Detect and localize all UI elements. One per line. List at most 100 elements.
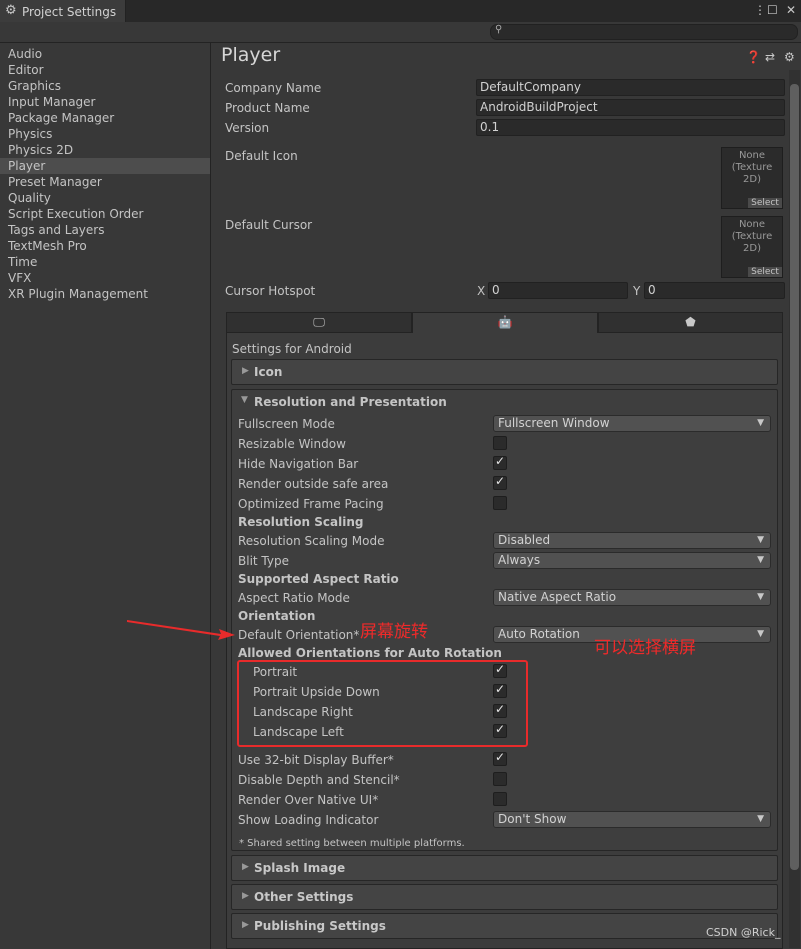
resolution-presentation-header[interactable]: Resolution and Presentation [254, 394, 447, 410]
preset-icon[interactable]: ⇄ [765, 50, 775, 64]
resolution-scaling-mode-dropdown[interactable]: Disabled ▼ [493, 532, 771, 549]
select-button[interactable]: Select [748, 198, 782, 208]
hide-navigation-bar-checkbox[interactable]: ✓ [493, 454, 507, 470]
publishing-settings-foldout[interactable]: ▶ Publishing Settings [231, 913, 778, 939]
version-label: Version [225, 121, 270, 135]
resolution-scaling-mode-label: Resolution Scaling Mode [238, 534, 385, 548]
version-field[interactable]: 0.1 [476, 119, 785, 136]
sidebar-item-textmesh-pro[interactable]: TextMesh Pro [8, 238, 87, 254]
tab-standalone[interactable]: 🖵 [226, 312, 412, 333]
fullscreen-mode-dropdown[interactable]: Fullscreen Window ▼ [493, 415, 771, 432]
icon-foldout[interactable]: ▶ Icon [231, 359, 778, 385]
default-orientation-value: Auto Rotation [498, 627, 580, 641]
chevron-down-icon[interactable]: ▼ [241, 395, 248, 405]
resolution-scaling-mode-value: Disabled [498, 533, 551, 547]
use-32bit-display-buffer-checkbox[interactable]: ✓ [493, 750, 507, 766]
hotspot-x-label: X [477, 284, 486, 298]
settings-for-android-label: Settings for Android [232, 342, 352, 356]
other-settings-foldout[interactable]: ▶ Other Settings [231, 884, 778, 910]
company-name-label: Company Name [225, 81, 322, 95]
tab-webgl[interactable]: ⬟ [598, 312, 783, 333]
more-options-icon[interactable]: ⋮ [754, 3, 766, 17]
default-icon-label: Default Icon [225, 149, 298, 163]
resizable-window-checkbox[interactable] [493, 436, 507, 450]
sidebar-item-physics[interactable]: Physics [8, 126, 52, 142]
close-icon[interactable]: ✕ [786, 3, 796, 17]
shared-setting-note: * Shared setting between multiple platfo… [239, 838, 465, 849]
sidebar-item-input-manager[interactable]: Input Manager [8, 94, 96, 110]
sidebar-item-editor[interactable]: Editor [8, 62, 44, 78]
search-icon: ⚲ [495, 24, 503, 35]
cursor-hotspot-label: Cursor Hotspot [225, 284, 316, 298]
blit-type-dropdown[interactable]: Always ▼ [493, 552, 771, 569]
orientation-header: Orientation [238, 609, 316, 623]
default-icon-slot[interactable]: None (Texture 2D) Select [721, 147, 783, 209]
aspect-ratio-mode-dropdown[interactable]: Native Aspect Ratio ▼ [493, 589, 771, 606]
help-icon[interactable]: ❓ [746, 50, 761, 64]
checkmark-icon: ✓ [495, 474, 506, 488]
project-settings-tab[interactable]: ⚙ Project Settings [0, 0, 126, 22]
sidebar-item-quality[interactable]: Quality [8, 190, 51, 206]
render-over-native-ui-checkbox[interactable] [493, 792, 507, 806]
maximize-icon[interactable]: ☐ [767, 3, 778, 17]
scrollbar-thumb[interactable] [790, 84, 799, 870]
default-cursor-slot[interactable]: None (Texture 2D) Select [721, 216, 783, 278]
page-title: Player [221, 44, 281, 66]
dropdown-arrow-icon: ▼ [757, 535, 764, 545]
publishing-settings-label: Publishing Settings [254, 919, 386, 933]
annotation-landscape-label: 可以选择横屏 [594, 638, 696, 658]
show-loading-indicator-dropdown[interactable]: Don't Show ▼ [493, 811, 771, 828]
html5-icon: ⬟ [685, 315, 696, 329]
company-name-field[interactable]: DefaultCompany [476, 79, 785, 96]
texture-none-text: None [738, 150, 766, 161]
gear-icon: ⚙ [5, 3, 17, 18]
other-settings-label: Other Settings [254, 890, 354, 904]
sidebar-item-vfx[interactable]: VFX [8, 270, 31, 286]
render-outside-safe-area-checkbox[interactable]: ✓ [493, 474, 507, 490]
default-cursor-label: Default Cursor [225, 218, 313, 232]
blit-type-value: Always [498, 553, 541, 567]
select-button[interactable]: Select [748, 267, 782, 277]
tab-android[interactable]: 🤖 [412, 312, 598, 333]
sidebar-item-tags-and-layers[interactable]: Tags and Layers [8, 222, 104, 238]
hotspot-y-field[interactable]: 0 [644, 282, 785, 299]
aspect-ratio-mode-label: Aspect Ratio Mode [238, 591, 350, 605]
settings-sidebar: Audio Editor Graphics Input Manager Pack… [0, 43, 211, 949]
annotation-arrow-icon [127, 620, 235, 640]
sidebar-item-graphics[interactable]: Graphics [8, 78, 61, 94]
sidebar-item-preset-manager[interactable]: Preset Manager [8, 174, 102, 190]
watermark: CSDN @Rick_ [706, 926, 781, 939]
splash-image-foldout[interactable]: ▶ Splash Image [231, 855, 778, 881]
texture-type-text: (Texture 2D) [731, 231, 773, 254]
hotspot-x-field[interactable]: 0 [488, 282, 628, 299]
disable-depth-stencil-checkbox[interactable] [493, 772, 507, 786]
sidebar-item-time[interactable]: Time [8, 254, 37, 270]
dropdown-arrow-icon: ▼ [757, 629, 764, 639]
product-name-label: Product Name [225, 101, 310, 115]
show-loading-indicator-value: Don't Show [498, 812, 567, 826]
hotspot-y-label: Y [633, 284, 641, 298]
fullscreen-mode-label: Fullscreen Mode [238, 417, 335, 431]
chevron-right-icon: ▶ [242, 920, 249, 930]
search-input[interactable]: ⚲ [490, 24, 798, 40]
android-icon: 🤖 [497, 315, 513, 329]
aspect-ratio-mode-value: Native Aspect Ratio [498, 590, 617, 604]
dropdown-arrow-icon: ▼ [757, 555, 764, 565]
sidebar-item-xr-plugin-management[interactable]: XR Plugin Management [8, 286, 148, 302]
sidebar-item-player[interactable]: Player [8, 158, 45, 174]
texture-type-text: (Texture 2D) [731, 162, 773, 185]
sidebar-item-audio[interactable]: Audio [8, 46, 42, 62]
annotation-rotate-label: 屏幕旋转 [360, 622, 428, 642]
sidebar-item-package-manager[interactable]: Package Manager [8, 110, 114, 126]
chevron-right-icon: ▶ [242, 366, 249, 376]
checkmark-icon: ✓ [495, 454, 506, 468]
product-name-field[interactable]: AndroidBuildProject [476, 99, 785, 116]
settings-gear-icon[interactable]: ⚙ [784, 50, 795, 64]
monitor-icon: 🖵 [313, 315, 325, 329]
optimized-frame-pacing-checkbox[interactable] [493, 496, 507, 510]
platform-tabs: 🖵 🤖 ⬟ [226, 312, 783, 333]
dropdown-arrow-icon: ▼ [757, 814, 764, 824]
chevron-right-icon: ▶ [242, 862, 249, 872]
sidebar-item-physics-2d[interactable]: Physics 2D [8, 142, 73, 158]
sidebar-item-script-execution-order[interactable]: Script Execution Order [8, 206, 143, 222]
